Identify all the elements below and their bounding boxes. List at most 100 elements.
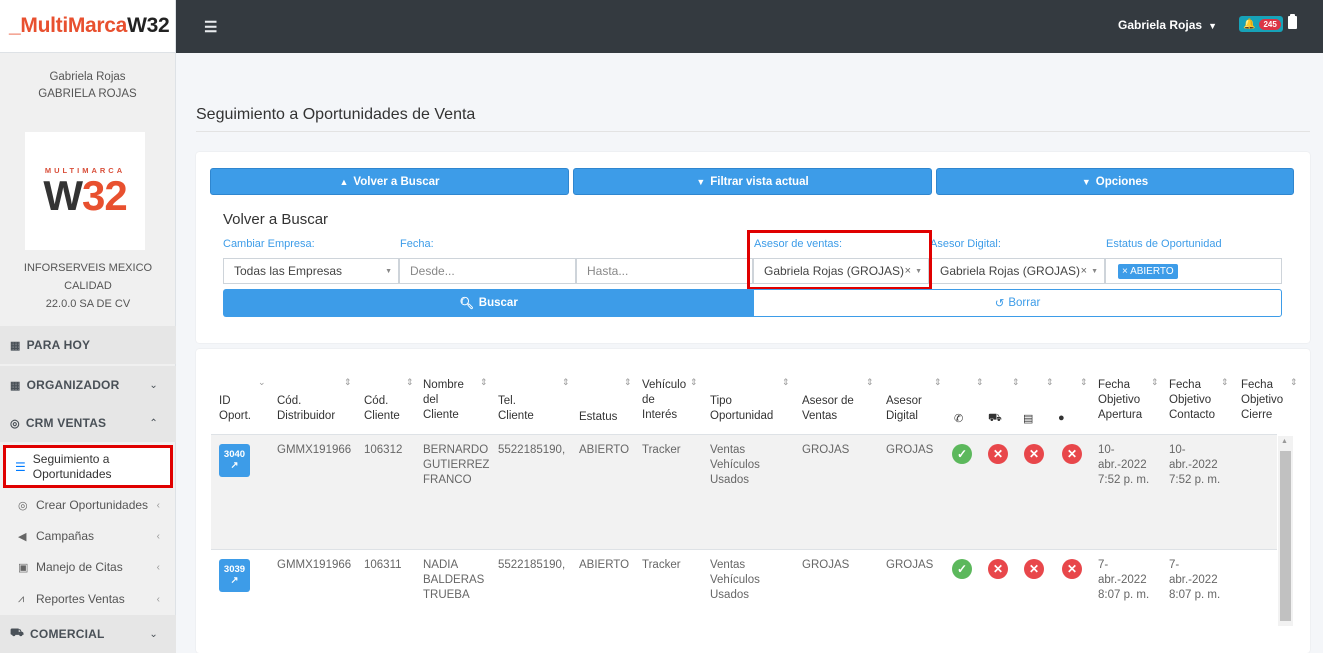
chevron-left-icon: ‹	[156, 593, 160, 605]
user-menu[interactable]: Gabriela Rojas ▼	[1118, 18, 1217, 32]
open-opportunity-button[interactable]: 3040 ↗	[219, 444, 250, 477]
sidebar-label-para-hoy: PARA HOY	[26, 338, 91, 352]
dropdown-arrow-icon: ▼	[1091, 267, 1098, 275]
header-asesor-ventas-1: Asesor de	[802, 395, 854, 407]
sidebar-item-campanas[interactable]: ◀ Campañas ‹	[0, 520, 176, 552]
chevron-down-icon: ▼	[1081, 176, 1091, 187]
undo-icon: ↺	[994, 298, 1005, 310]
chevron-up-icon: ▲	[339, 176, 349, 187]
sidebar-item-comercial[interactable]: ⛟ COMERCIAL ⌄	[0, 615, 176, 653]
header-distribuidor[interactable]: Cód. Distribuidor	[277, 394, 335, 424]
sidebar-item-crear[interactable]: ◎ Crear Oportunidades ‹	[0, 489, 176, 521]
row-estatus: ABIERTO	[579, 559, 630, 571]
asesor-digital-value: Gabriela Rojas (GROJAS)	[940, 264, 1081, 278]
header-tel[interactable]: Tel. Cliente	[498, 394, 534, 424]
header-asesor-digital[interactable]: Asesor Digital	[886, 394, 922, 424]
check-icon[interactable]: ✓	[952, 444, 972, 464]
header-cliente[interactable]: Cód. Cliente	[364, 394, 400, 424]
row-nombre: NADIA BALDERAS TRUEBA	[423, 558, 484, 603]
filtrar-vista-button[interactable]: ▼ Filtrar vista actual	[573, 168, 932, 195]
sort-icon[interactable]: ⇕	[562, 377, 570, 388]
brand-part1: _MultiMarca	[9, 14, 128, 37]
empresa-select[interactable]: Todas las Empresas ▼	[223, 258, 399, 284]
estatus-multiselect[interactable]: × ABIERTO	[1105, 258, 1282, 284]
volver-buscar-button[interactable]: ▲ Volver a Buscar	[210, 168, 569, 195]
sidebar-label-comercial: COMERCIAL	[30, 627, 105, 641]
sort-icon[interactable]: ⇕	[1080, 377, 1088, 388]
title-divider	[196, 131, 1310, 132]
x-circle-icon[interactable]: ✕	[988, 559, 1008, 579]
sort-icon[interactable]: ⇕	[866, 377, 874, 388]
company-name: INFORSERVEIS MEXICO CALIDAD 22.0.0 SA DE…	[0, 259, 176, 313]
opciones-button[interactable]: ▼ Opciones	[936, 168, 1294, 195]
search-section-title: Volver a Buscar	[223, 211, 329, 228]
calendar-icon: ▦	[10, 339, 21, 352]
header-vehiculo[interactable]: Vehículo de Interés	[642, 378, 686, 423]
sort-icon[interactable]: ⇕	[976, 377, 984, 388]
header-cierre[interactable]: Fecha Objetivo Cierre	[1241, 378, 1283, 423]
header-id[interactable]: ID Oport.	[219, 394, 251, 424]
estatus-tag[interactable]: × ABIERTO	[1118, 263, 1178, 279]
row-apertura-2: abr.-2022	[1098, 459, 1147, 471]
x-circle-icon[interactable]: ✕	[1062, 444, 1082, 464]
clipboard-icon[interactable]	[1288, 14, 1297, 29]
sort-icon[interactable]: ⇕	[344, 377, 352, 388]
row-tipo-3: Usados	[710, 474, 749, 486]
sort-icon[interactable]: ⇕	[406, 377, 414, 388]
sort-icon[interactable]: ⇕	[1290, 377, 1298, 388]
header-contacto[interactable]: Fecha Objetivo Contacto	[1169, 378, 1215, 423]
logo-num: 32	[81, 171, 128, 219]
x-circle-icon[interactable]: ✕	[1062, 559, 1082, 579]
hamburger-menu-icon[interactable]: ☰	[204, 18, 217, 36]
sort-icon[interactable]: ⇕	[934, 377, 942, 388]
sidebar-item-citas[interactable]: ▣ Manejo de Citas ‹	[0, 551, 176, 583]
header-nombre[interactable]: Nombre del Cliente	[423, 378, 464, 423]
clear-icon[interactable]: ×	[1081, 265, 1087, 277]
row-apertura-2: abr.-2022	[1098, 574, 1147, 586]
header-apertura[interactable]: Fecha Objetivo Apertura	[1098, 378, 1142, 423]
buscar-button[interactable]: 🔍︎ Buscar	[223, 289, 754, 317]
row-apertura-1: 10-	[1098, 444, 1115, 456]
hasta-input[interactable]: Hasta...	[576, 258, 753, 284]
row-contacto: 7- abr.-2022 8:07 p. m.	[1169, 558, 1220, 603]
desde-input[interactable]: Desde...	[399, 258, 576, 284]
header-contacto-2: Objetivo	[1169, 394, 1212, 406]
notifications-button[interactable]: 🔔 245	[1239, 16, 1283, 32]
sort-icon[interactable]: ⇕	[480, 377, 488, 388]
sort-icon[interactable]: ⌄	[258, 377, 266, 388]
row-tipo-1: Ventas	[710, 444, 746, 456]
open-opportunity-button[interactable]: 3039 ↗	[219, 559, 250, 592]
sort-icon[interactable]: ⇕	[1221, 377, 1229, 388]
scroll-up-icon[interactable]: ▲	[1281, 438, 1288, 445]
sidebar-label-seguimiento-1: Seguimiento a	[32, 451, 110, 466]
header-cierre-1: Fecha	[1241, 379, 1273, 391]
row-vehiculo: Tracker	[642, 559, 681, 571]
sidebar-item-reportes[interactable]: ⩘ Reportes Ventas ‹	[0, 583, 176, 615]
sidebar-label-organizador: ORGANIZADOR	[26, 378, 120, 392]
sort-icon[interactable]: ⇕	[624, 377, 632, 388]
sidebar-item-organizador[interactable]: ▦ ORGANIZADOR ⌄	[0, 366, 176, 404]
sort-icon[interactable]: ⇕	[1046, 377, 1054, 388]
asesor-digital-select[interactable]: Gabriela Rojas (GROJAS) × ▼	[929, 258, 1105, 284]
sort-icon[interactable]: ⇕	[1151, 377, 1159, 388]
x-circle-icon[interactable]: ✕	[1024, 559, 1044, 579]
row-id: 3040	[223, 449, 246, 460]
sidebar-item-seguimiento[interactable]: ☰ Seguimiento a Oportunidades	[3, 445, 173, 488]
sort-icon[interactable]: ⇕	[1012, 377, 1020, 388]
header-tipo[interactable]: Tipo Oportunidad	[710, 394, 773, 424]
x-circle-icon[interactable]: ✕	[1024, 444, 1044, 464]
sidebar-item-crm-ventas[interactable]: ◎ CRM VENTAS ⌃	[0, 404, 176, 442]
sort-icon[interactable]: ⇕	[690, 377, 698, 388]
row-contacto-1: 10-	[1169, 444, 1186, 456]
sort-icon[interactable]: ⇕	[782, 377, 790, 388]
sidebar-label-citas: Manejo de Citas	[36, 560, 123, 574]
header-asesor-ventas[interactable]: Asesor de Ventas	[802, 394, 854, 424]
table-scrollbar-thumb[interactable]	[1280, 451, 1291, 621]
header-estatus[interactable]: Estatus	[579, 410, 617, 425]
sidebar-item-para-hoy[interactable]: ▦ PARA HOY	[0, 326, 176, 364]
check-icon[interactable]: ✓	[952, 559, 972, 579]
brand-logo[interactable]: _MultiMarca W32	[0, 0, 176, 53]
x-circle-icon[interactable]: ✕	[988, 444, 1008, 464]
sidebar-label-crm-ventas: CRM VENTAS	[25, 416, 107, 430]
borrar-button[interactable]: ↺ Borrar	[753, 289, 1282, 317]
